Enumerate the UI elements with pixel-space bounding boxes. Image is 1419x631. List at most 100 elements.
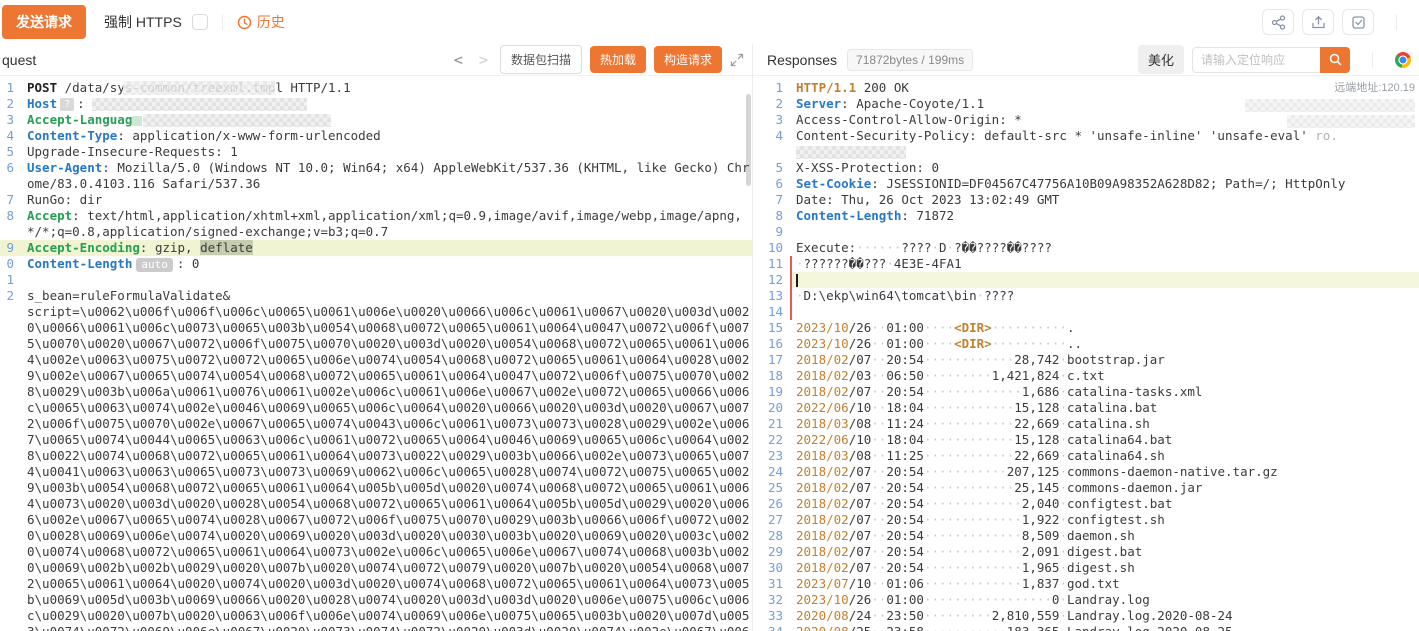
line-content[interactable]: 2023/10/26··01:00····<DIR>··········.. [790, 336, 1419, 352]
code-token: ··········· [924, 624, 1007, 631]
line-content[interactable]: User-Agent: Mozilla/5.0 (Windows NT 10.0… [21, 160, 752, 192]
mosaic-block [1287, 115, 1415, 128]
code-token: ············ [924, 416, 1014, 431]
line-content[interactable]: 2018/03/08··11:24············22,669·cata… [790, 416, 1419, 432]
code-token: ············ [924, 432, 1014, 447]
code-line: 2Host?: [0, 96, 752, 112]
line-content[interactable]: Accept: text/html,application/xhtml+xml,… [21, 208, 752, 240]
code-token: /10 [849, 400, 872, 415]
code-token: POST [27, 80, 57, 95]
line-content[interactable]: 2022/06/10··18:04············15,128·cata… [790, 400, 1419, 416]
line-content[interactable]: Content-Type: application/x-www-form-url… [21, 128, 752, 144]
search-button[interactable] [1320, 47, 1350, 73]
line-number: 11 [753, 256, 783, 272]
line-content[interactable]: 2022/06/10··18:04············15,128·cata… [790, 432, 1419, 448]
search-input[interactable] [1192, 47, 1320, 73]
line-content[interactable]: 2018/02/07··20:54·············1,922·conf… [790, 512, 1419, 528]
code-token: · [947, 240, 955, 255]
packet-scan-button[interactable]: 数据包扫描 [500, 45, 582, 74]
line-content[interactable]: Content-Lengthauto: 0 [21, 256, 752, 272]
line-content[interactable] [790, 224, 1419, 240]
hot-reload-button[interactable]: 热加载 [590, 46, 646, 73]
expand-icon[interactable] [730, 53, 744, 67]
line-content[interactable]: 2018/03/08··11:25············22,669·cata… [790, 448, 1419, 464]
code-token: ············· [924, 496, 1022, 511]
line-content[interactable]: 2018/02/07··20:54·············2,040·conf… [790, 496, 1419, 512]
response-viewer[interactable]: 远端地址:120.19 1HTTP/1.1 200 OK2Server: Apa… [753, 76, 1419, 631]
line-content[interactable]: Set-Cookie: JSESSIONID=DF04567C47756A10B… [790, 176, 1419, 192]
request-panel-actions: < > 数据包扫描 热加载 构造请求 [450, 45, 744, 74]
toolbar-right-divider [1396, 14, 1397, 30]
code-token: 2020/08 [796, 624, 849, 631]
history-button[interactable]: 历史 [237, 12, 285, 32]
line-content[interactable] [790, 304, 1419, 320]
code-token: Execute: [796, 240, 856, 255]
line-content[interactable]: RunGo: dir [21, 192, 752, 208]
line-content[interactable]: X-XSS-Protection: 0 [790, 160, 1419, 176]
code-token: /08 [849, 416, 872, 431]
response-panel: Responses 71872bytes / 199ms 美化 [752, 44, 1419, 631]
line-content[interactable]: Upgrade-Insecure-Requests: 1 [21, 144, 752, 160]
line-content[interactable]: s_bean=ruleFormulaValidate& script=\u006… [21, 288, 752, 631]
code-token: Accept-Encoding [27, 240, 140, 255]
line-content[interactable]: 2018/02/03··06:50·········1,421,824·c.tx… [790, 368, 1419, 384]
line-content[interactable]: Content-Security-Policy: default-src * '… [790, 128, 1419, 160]
line-content[interactable]: Accept-Encoding: gzip, deflate [21, 240, 752, 256]
line-number: 6 [753, 176, 783, 192]
line-content[interactable]: 2018/02/07··20:54·············2,091·dige… [790, 544, 1419, 560]
code-token: ········· [924, 368, 992, 383]
line-content[interactable]: 2018/02/07··20:54············25,145·comm… [790, 480, 1419, 496]
code-token: 15,128 [1014, 400, 1059, 415]
line-content[interactable]: ·??????��???·4E3E-4FA1 [790, 256, 1419, 272]
line-content[interactable]: Content-Length: 71872 [790, 208, 1419, 224]
line-content[interactable] [21, 272, 752, 288]
line-content[interactable]: ·D:\ekp\win64\tomcat\bin·???? [790, 288, 1419, 304]
build-request-button[interactable]: 构造请求 [654, 46, 722, 73]
mosaic-block [796, 146, 906, 159]
line-content[interactable]: 2020/08/25··23:58···········183,365·Land… [790, 624, 1419, 631]
code-token: 2018/02 [796, 512, 849, 527]
code-token: ··········· [924, 464, 1007, 479]
line-content[interactable]: POST /data/sys-common/treexml.tmpl HTTP/… [21, 80, 752, 96]
line-number: 21 [753, 416, 783, 432]
select-check-button[interactable] [1342, 9, 1374, 35]
code-line: 1 [0, 272, 752, 288]
code-token: · [1059, 576, 1067, 591]
send-request-button[interactable]: 发送请求 [2, 5, 86, 39]
export-button[interactable] [1302, 9, 1334, 35]
code-token: ·· [871, 368, 886, 383]
host-hint-badge[interactable]: ? [60, 98, 74, 111]
code-line: 4Content-Type: application/x-www-form-ur… [0, 128, 752, 144]
prev-request-button[interactable]: < [450, 51, 467, 69]
line-content[interactable]: Execute:······????·D·?��????��???? [790, 240, 1419, 256]
code-token: commons-daemon-native.tar.gz [1067, 464, 1278, 479]
line-content[interactable] [790, 272, 1419, 288]
line-content[interactable]: 2023/10/26··01:00·················0·Land… [790, 592, 1419, 608]
line-content[interactable]: Host?: [21, 96, 752, 112]
line-content[interactable]: 2018/02/07··20:54·············1,965·dige… [790, 560, 1419, 576]
line-content[interactable]: 2018/02/07··20:54·············1,686·cata… [790, 384, 1419, 400]
line-content[interactable]: 2018/02/07··20:54············28,742·boot… [790, 352, 1419, 368]
beautify-button[interactable]: 美化 [1138, 45, 1184, 74]
line-content[interactable]: Date: Thu, 26 Oct 2023 13:02:49 GMT [790, 192, 1419, 208]
code-token: 1,922 [1022, 512, 1060, 527]
line-number: 32 [753, 592, 783, 608]
code-line: 23 2018/03/08··11:25············22,669·ca… [753, 448, 1419, 464]
line-content[interactable]: Accept-Languag [21, 112, 752, 128]
code-token: Date: Thu, 26 Oct 2023 13:02:49 GMT [796, 192, 1059, 207]
line-number: 23 [753, 448, 783, 464]
line-content[interactable]: 2018/02/07··20:54·············8,509·daem… [790, 528, 1419, 544]
line-content[interactable]: 2018/02/07··20:54···········207,125·comm… [790, 464, 1419, 480]
next-request-button[interactable]: > [475, 51, 492, 69]
line-content[interactable]: 2023/10/26··01:00····<DIR>··········. [790, 320, 1419, 336]
share-button[interactable] [1262, 9, 1294, 35]
chrome-icon[interactable] [1395, 52, 1411, 68]
line-number: 25 [753, 480, 783, 496]
line-content[interactable]: 2023/07/10··01:06·············1,837·god.… [790, 576, 1419, 592]
code-token: 207,125 [1007, 464, 1060, 479]
line-content[interactable]: 2020/08/24··23:50·········2,810,559·Land… [790, 608, 1419, 624]
line-number: 5 [0, 144, 14, 160]
code-token: 20:54 [886, 512, 924, 527]
request-editor[interactable]: 1 POST /data/sys-common/treexml.tmpl HTTP… [0, 76, 752, 631]
force-https-checkbox[interactable] [192, 14, 208, 30]
